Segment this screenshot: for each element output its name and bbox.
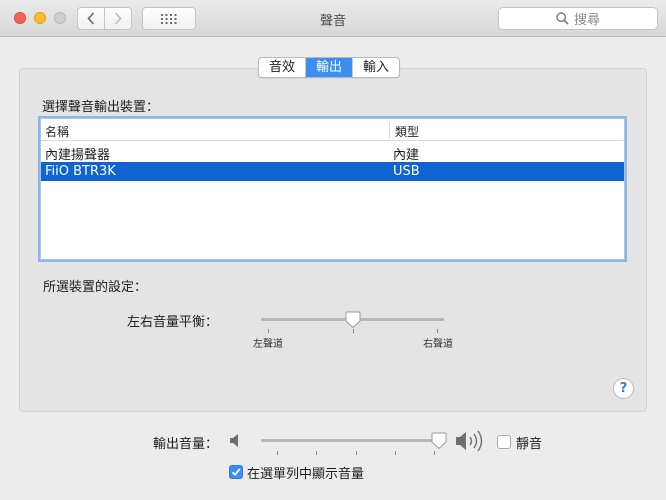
volume-slider-track[interactable]: [261, 439, 444, 442]
tab-input[interactable]: 輸入: [353, 58, 399, 77]
device-name: 內建揚聲器: [45, 148, 111, 163]
table-header: 名稱 類型: [41, 119, 624, 141]
title-bar: 聲音 搜尋: [0, 0, 666, 37]
volume-tick: [434, 451, 435, 455]
balance-right-label: 右聲道: [423, 339, 453, 350]
tab-bar: 音效 輸出 輸入: [258, 57, 401, 78]
table-row[interactable]: 內建揚聲器 內建: [41, 142, 624, 163]
speaker-low-icon: [230, 434, 238, 447]
balance-tick: [353, 329, 354, 333]
column-divider[interactable]: [389, 122, 390, 138]
mute-label: 靜音: [516, 437, 543, 452]
volume-tick: [356, 451, 357, 455]
volume-slider-knob[interactable]: [431, 432, 447, 450]
table-row-selected[interactable]: FiiO BTR3K USB: [41, 162, 624, 181]
search-placeholder: 搜尋: [573, 13, 600, 28]
output-device-table[interactable]: 名稱 類型 內建揚聲器 內建 FiiO BTR3K USB: [40, 118, 625, 260]
mute-checkbox[interactable]: [497, 435, 511, 449]
show-volume-in-menubar-label: 在選單列中顯示音量: [247, 467, 365, 482]
volume-tick: [277, 451, 278, 455]
device-type: 內建: [393, 148, 420, 163]
balance-slider-knob[interactable]: [345, 311, 361, 329]
help-button[interactable]: ?: [613, 378, 634, 399]
checkmark-icon: [231, 468, 241, 477]
balance-label: 左右音量平衡：: [127, 315, 219, 330]
output-device-heading: 選擇聲音輸出裝置：: [42, 100, 160, 115]
balance-left-label: 左聲道: [253, 339, 283, 350]
device-name: FiiO BTR3K: [45, 164, 116, 179]
tab-output[interactable]: 輸出: [306, 58, 354, 77]
show-volume-in-menubar-checkbox[interactable]: [229, 465, 243, 479]
device-settings-heading: 所選裝置的設定：: [43, 280, 148, 295]
column-header-name[interactable]: 名稱: [45, 123, 69, 140]
balance-tick: [268, 329, 269, 333]
speaker-high-icon: [456, 430, 483, 452]
tab-sound-effects[interactable]: 音效: [259, 58, 307, 77]
balance-tick: [437, 329, 438, 333]
search-field[interactable]: 搜尋: [498, 7, 658, 30]
device-type: USB: [393, 164, 420, 179]
output-volume-label: 輸出音量：: [153, 437, 219, 452]
search-icon: [556, 12, 569, 25]
column-header-type[interactable]: 類型: [395, 123, 419, 140]
volume-tick: [316, 451, 317, 455]
volume-tick: [395, 451, 396, 455]
